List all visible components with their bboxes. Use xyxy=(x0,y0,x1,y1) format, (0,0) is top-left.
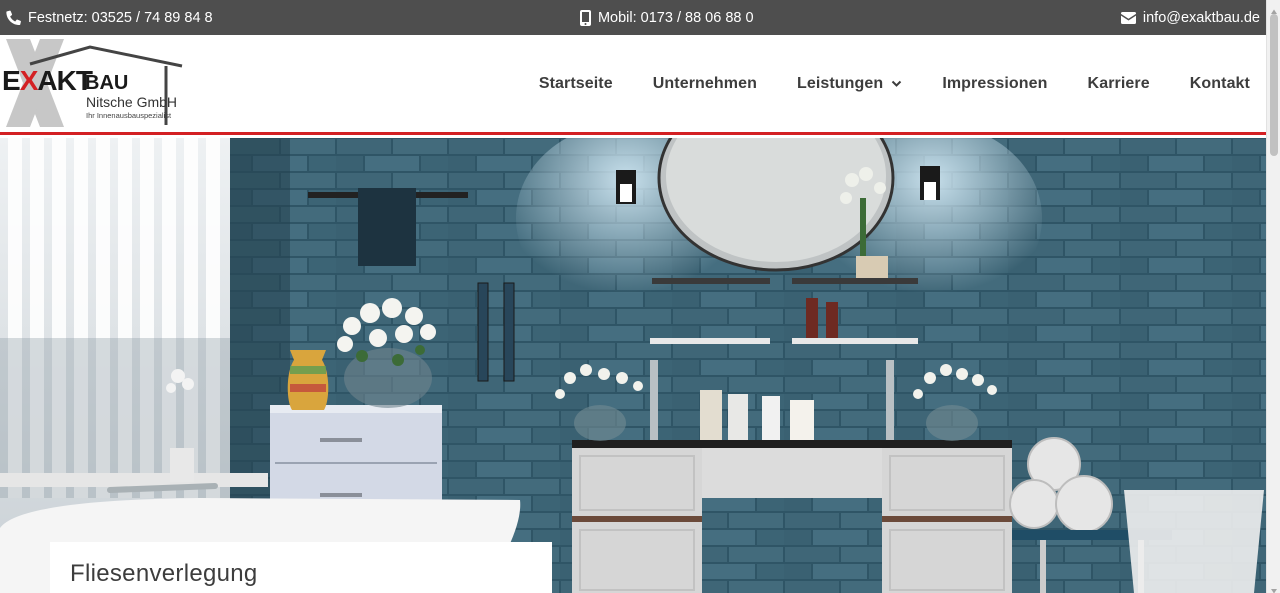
nav-label: Leistungen xyxy=(796,75,884,92)
phone-icon xyxy=(6,10,21,25)
email-link[interactable]: info@exaktbau.de xyxy=(1120,9,1260,26)
svg-text:Ihr Innenausbauspezialist: Ihr Innenausbauspezialist xyxy=(86,111,172,120)
phone-link[interactable]: Festnetz: 03525 / 74 89 84 8 xyxy=(6,10,213,26)
svg-text:Nitsche GmbH: Nitsche GmbH xyxy=(86,94,177,110)
nav-label: Karriere xyxy=(1087,75,1150,92)
phone-text: Festnetz: 03525 / 74 89 84 8 xyxy=(28,9,213,26)
nav-karriere[interactable]: Karriere xyxy=(1088,75,1150,93)
nav-label: Impressionen xyxy=(942,75,1048,92)
site-header: EXAKT BAU Nitsche GmbH Ihr Innenausbausp… xyxy=(0,35,1266,135)
company-logo[interactable]: EXAKT BAU Nitsche GmbH Ihr Innenausbausp… xyxy=(0,35,190,133)
envelope-icon xyxy=(1120,11,1136,24)
nav-label: Kontakt xyxy=(1189,75,1250,92)
nav-unternehmen[interactable]: Unternehmen xyxy=(653,75,757,93)
nav-label: Unternehmen xyxy=(652,75,757,92)
scroll-down-arrow-icon[interactable] xyxy=(1270,582,1278,593)
mobile-link[interactable]: Mobil: 0173 / 88 06 88 0 xyxy=(579,9,754,26)
bathroom-hero-image xyxy=(0,138,1266,593)
nav-leistungen[interactable]: Leistungen xyxy=(797,75,902,93)
nav-startseite[interactable]: Startseite xyxy=(539,75,613,93)
nav-label: Startseite xyxy=(538,75,613,92)
svg-text:EXAKT: EXAKT xyxy=(2,65,93,96)
mobile-icon xyxy=(579,9,591,26)
slide-caption: Fliesenverlegung xyxy=(50,542,552,593)
chevron-down-icon xyxy=(891,80,902,88)
email-text: info@exaktbau.de xyxy=(1142,9,1260,26)
page-scrollbar[interactable] xyxy=(1266,0,1280,593)
contact-topbar: Festnetz: 03525 / 74 89 84 8 Mobil: 0173… xyxy=(0,0,1266,35)
mobile-text: Mobil: 0173 / 88 06 88 0 xyxy=(597,9,754,26)
svg-text:BAU: BAU xyxy=(85,72,128,94)
main-navigation: Startseite Unternehmen Leistungen Impres… xyxy=(499,35,1266,133)
nav-impressionen[interactable]: Impressionen xyxy=(942,75,1047,93)
hero-slider: Fliesenverlegung xyxy=(0,138,1266,593)
scrollbar-thumb[interactable] xyxy=(1270,14,1278,156)
scroll-up-arrow-icon[interactable] xyxy=(1270,3,1278,14)
slide-caption-title: Fliesenverlegung xyxy=(70,560,258,587)
nav-kontakt[interactable]: Kontakt xyxy=(1190,75,1250,93)
